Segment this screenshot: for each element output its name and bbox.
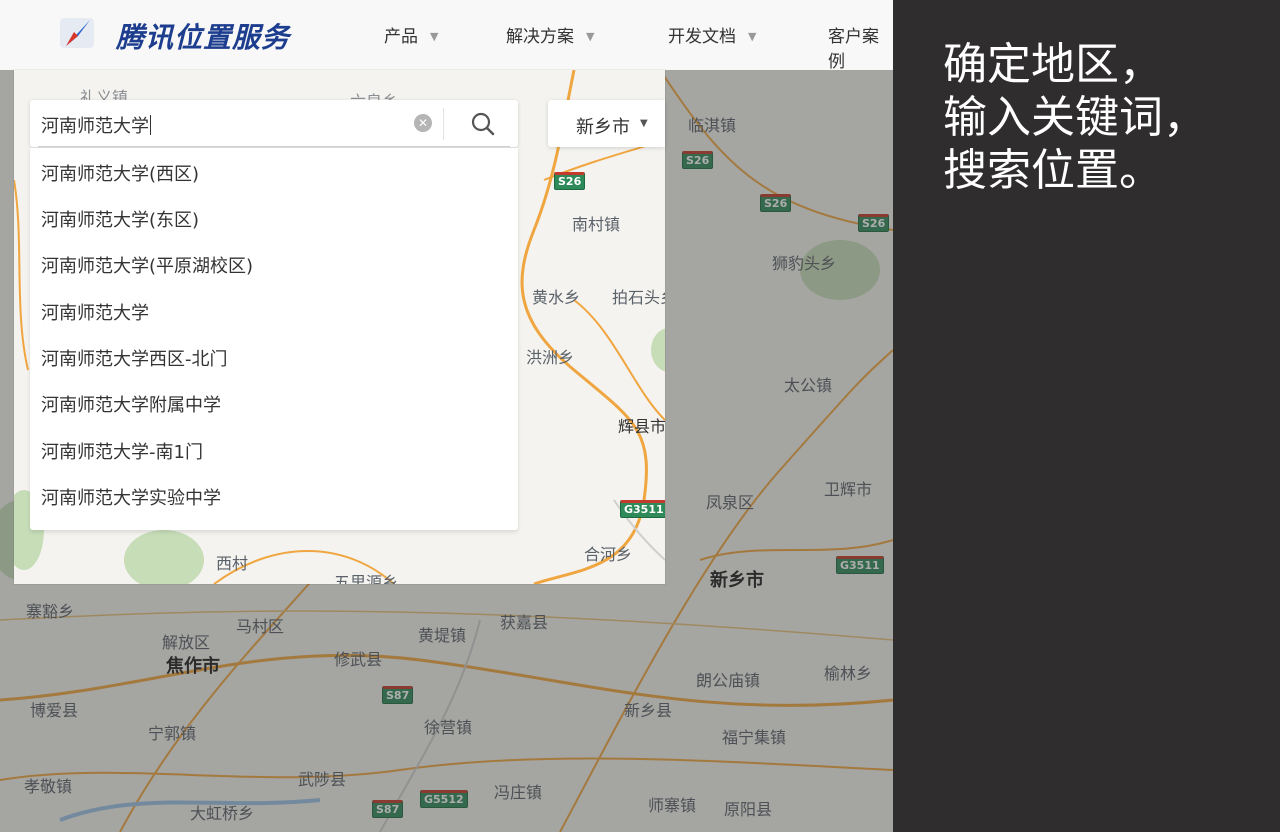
map-label: 宁郭镇 (148, 724, 197, 743)
text-cursor (150, 115, 151, 135)
suggestion-item[interactable]: 河南师范大学 (30, 287, 518, 333)
suggestion-item[interactable]: 河南师范大学西区-北门 (30, 333, 518, 379)
nav-item-label: 开发文档 (668, 27, 736, 47)
map-label: 孝敬镇 (24, 777, 73, 796)
map-label: 冯庄镇 (494, 783, 543, 802)
map-label: 获嘉县 (500, 613, 549, 632)
search-input-value: 河南师范大学 (41, 116, 149, 137)
suggestion-item[interactable]: 河南师范大学-南1门 (30, 426, 518, 472)
suggestion-item[interactable]: 河南师范大学(平原湖校区) (30, 240, 518, 286)
road-shield: S26 (682, 151, 714, 169)
chevron-down-icon: ▼ (586, 30, 595, 43)
caret-down-icon: ▼ (640, 118, 648, 129)
map-label: 临淇镇 (688, 116, 737, 135)
instruction-panel: 确定地区， 输入关键词， 搜索位置。 (893, 0, 1280, 832)
map-label: 解放区 (162, 633, 211, 652)
suggestion-label: 河南师范大学实验中学 (41, 488, 221, 509)
suggestion-label: 河南师范大学西区-北门 (41, 349, 228, 370)
logo-text[interactable]: 腾讯位置服务 (116, 16, 290, 56)
road-shield: S87 (382, 686, 414, 704)
map-label: 福宁集镇 (722, 728, 787, 747)
instruction-line: 确定地区， (943, 39, 1163, 90)
nav-item-docs[interactable]: 开发文档 ▼ (668, 22, 756, 47)
map-label: 博爱县 (30, 701, 79, 720)
road-shield: S26 (858, 214, 890, 232)
suggestion-label: 河南师范大学(东区) (41, 210, 200, 231)
chevron-down-icon: ▼ (430, 30, 439, 43)
map-label: 黄水乡 (532, 288, 581, 307)
suggestion-label: 河南师范大学-南1门 (41, 442, 203, 463)
city-select[interactable]: 新乡市 ▼ (548, 100, 665, 147)
map-label: 朗公庙镇 (696, 671, 761, 690)
map-label: 洪洲乡 (526, 348, 575, 367)
road-shield: G5512 (420, 790, 468, 808)
suggestion-label: 河南师范大学(西区) (41, 164, 200, 185)
road-shield: S26 (554, 172, 586, 190)
road-shield: S87 (372, 800, 404, 818)
map-label: 马村区 (236, 617, 285, 636)
map-label: 合河乡 (584, 545, 633, 564)
map-label: 西村 (216, 554, 249, 573)
map-label: 原阳县 (724, 800, 773, 819)
map-label: 大虹桥乡 (190, 804, 255, 823)
map-label: 南村镇 (572, 215, 621, 234)
map-label: 师寨镇 (648, 796, 697, 815)
clear-icon[interactable]: ✕ (414, 114, 432, 132)
map-label-city: 焦作市 (166, 656, 220, 677)
search-box: 河南师范大学 ✕ (30, 100, 518, 147)
nav-item-solutions[interactable]: 解决方案 ▼ (506, 22, 594, 47)
instruction-line: 输入关键词， (943, 92, 1207, 143)
suggestions-dropdown: 河南师范大学(西区) 河南师范大学(东区) 河南师范大学(平原湖校区) 河南师范… (30, 148, 518, 530)
city-select-value: 新乡市 (576, 117, 630, 138)
road-shield: G3511 (836, 556, 884, 574)
search-divider (443, 108, 444, 140)
map-label: 拍石头乡 (612, 288, 665, 307)
search-underline (38, 146, 510, 147)
suggestion-label: 河南师范大学(平原湖校区) (41, 256, 254, 277)
instruction-text: 确定地区， 输入关键词， 搜索位置。 (943, 38, 1273, 197)
nav-item-label: 客户案例 (828, 27, 879, 72)
suggestion-item[interactable]: 河南师范大学实验中学 (30, 472, 518, 518)
map-label: 五里源乡 (334, 573, 399, 584)
search-icon[interactable] (470, 111, 496, 137)
suggestion-item[interactable]: 河南师范大学附属中学 (30, 379, 518, 425)
map-label: 太公镇 (784, 376, 833, 395)
map-label: 徐营镇 (424, 718, 473, 737)
map-label: 武陟县 (298, 770, 347, 789)
map-label-city: 新乡市 (710, 570, 764, 591)
map-label: 新乡县 (624, 701, 673, 720)
road-shield: S26 (760, 194, 792, 212)
suggestion-item[interactable]: 河南师范大学(西区) (30, 148, 518, 194)
nav-item-cases[interactable]: 客户案例 (828, 22, 893, 72)
map-label: 狮豹头乡 (772, 254, 837, 273)
suggestion-item[interactable]: 河南师范大学(东区) (30, 194, 518, 240)
logo-icon (60, 18, 94, 48)
instruction-line: 搜索位置。 (943, 145, 1163, 196)
map-label: 卫辉市 (824, 480, 873, 499)
nav-item-label: 产品 (384, 27, 418, 47)
map-label: 寨豁乡 (26, 602, 75, 621)
map-label: 修武县 (334, 650, 383, 669)
nav-item-products[interactable]: 产品 ▼ (384, 22, 438, 47)
nav-item-label: 解决方案 (506, 27, 574, 47)
map-label: 黄堤镇 (418, 626, 467, 645)
map-label: 榆林乡 (824, 664, 873, 683)
top-nav-bar: 腾讯位置服务 产品 ▼ 解决方案 ▼ 开发文档 ▼ 客户案例 (0, 0, 893, 72)
search-input[interactable]: 河南师范大学 (41, 112, 151, 138)
chevron-down-icon: ▼ (748, 30, 757, 43)
map-label: 辉县市 (618, 417, 665, 436)
suggestion-label: 河南师范大学附属中学 (41, 395, 221, 416)
road-shield: G3511 (620, 500, 665, 518)
suggestion-label: 河南师范大学 (41, 303, 149, 324)
map-label: 凤泉区 (706, 493, 755, 512)
